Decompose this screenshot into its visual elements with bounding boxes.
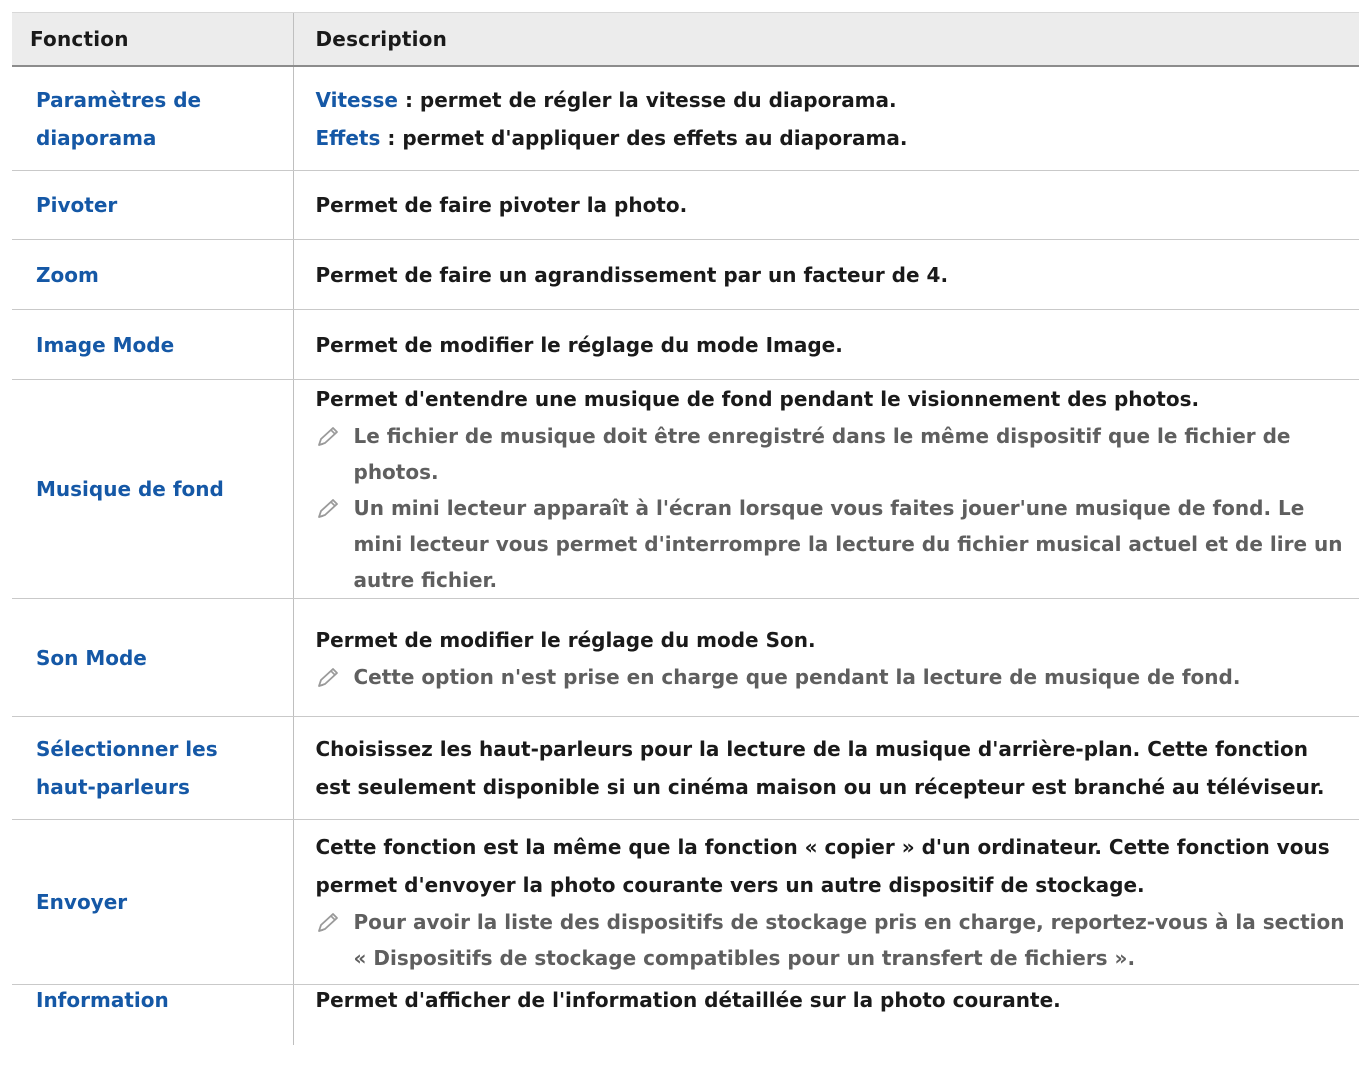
description-text: Permet de modifier le réglage du mode Im… (293, 309, 1359, 380)
table-row: Pivoter Permet de faire pivoter la photo… (12, 170, 1359, 240)
description-cell: Permet d'entendre une musique de fond pe… (293, 379, 1359, 599)
table-header-row: Fonction Description (12, 13, 1359, 67)
pencil-note-icon (317, 499, 338, 518)
description-cell: Permet de modifier le réglage du mode So… (293, 598, 1359, 717)
note-text: Pour avoir la liste des dispositifs de s… (353, 910, 1345, 970)
function-name[interactable]: Zoom (12, 239, 294, 310)
table-row: Image Mode Permet de modifier le réglage… (12, 309, 1359, 380)
description-line: Effets : permet d'appliquer des effets a… (316, 119, 1350, 157)
note: Cette option n'est prise en charge que p… (316, 659, 1350, 695)
function-name[interactable]: Musique de fond (12, 379, 294, 599)
term-text: : permet de régler la vitesse du diapora… (397, 87, 897, 112)
table-row: Son Mode Permet de modifier le réglage d… (12, 598, 1359, 717)
description-text: Permet de faire un agrandissement par un… (293, 239, 1359, 310)
function-name[interactable]: Image Mode (12, 309, 294, 380)
header-fonction: Fonction (12, 13, 294, 67)
note-text: Cette option n'est prise en charge que p… (353, 664, 1241, 689)
note-text: Un mini lecteur apparaît à l'écran lorsq… (353, 496, 1343, 592)
description-text: Permet d'afficher de l'information détai… (315, 988, 1061, 1012)
table-row: Sélectionner les haut-parleurs Choisisse… (12, 716, 1359, 820)
description-text: Permet de faire pivoter la photo. (293, 170, 1359, 240)
table-row: Envoyer Cette fonction est la même que l… (12, 819, 1359, 985)
function-name[interactable]: Information (12, 984, 294, 1045)
document-page: Fonction Description Paramètres de diapo… (12, 0, 1359, 1068)
table-row: Information Permet d'afficher de l'infor… (12, 984, 1359, 1045)
function-name[interactable]: Paramètres de diaporama (12, 66, 294, 171)
pencil-note-icon (317, 427, 338, 446)
function-name[interactable]: Envoyer (12, 819, 294, 985)
description-line: Vitesse : permet de régler la vitesse du… (316, 81, 1350, 119)
function-name[interactable]: Son Mode (12, 598, 294, 717)
note: Pour avoir la liste des dispositifs de s… (316, 904, 1350, 976)
top-rule (12, 0, 1359, 13)
description-cell: Cette fonction est la même que la foncti… (293, 819, 1359, 985)
function-name[interactable]: Pivoter (12, 170, 294, 240)
pencil-note-icon (317, 913, 338, 932)
function-table: Fonction Description Paramètres de diapo… (12, 13, 1359, 1045)
description-text: Permet d'entendre une musique de fond pe… (315, 387, 1200, 411)
term-effets[interactable]: Effets (316, 126, 381, 150)
note-text: Le fichier de musique doit être enregist… (353, 424, 1291, 484)
function-name[interactable]: Sélectionner les haut-parleurs (12, 716, 294, 820)
note: Un mini lecteur apparaît à l'écran lorsq… (316, 490, 1350, 598)
description-cell: Vitesse : permet de régler la vitesse du… (293, 66, 1359, 171)
header-description: Description (293, 13, 1359, 67)
term-text: : permet d'appliquer des effets au diapo… (380, 125, 908, 150)
description-text: Permet de modifier le réglage du mode So… (315, 627, 816, 652)
pencil-note-icon (317, 667, 338, 687)
table-row: Paramètres de diaporama Vitesse : permet… (12, 66, 1359, 171)
table-row: Musique de fond Permet d'entendre une mu… (12, 379, 1359, 599)
term-vitesse[interactable]: Vitesse (316, 88, 398, 112)
description-text: Choisissez les haut-parleurs pour la lec… (293, 716, 1359, 820)
table-row: Zoom Permet de faire un agrandissement p… (12, 239, 1359, 310)
note: Le fichier de musique doit être enregist… (316, 418, 1350, 490)
description-text: Cette fonction est la même que la foncti… (315, 835, 1330, 897)
